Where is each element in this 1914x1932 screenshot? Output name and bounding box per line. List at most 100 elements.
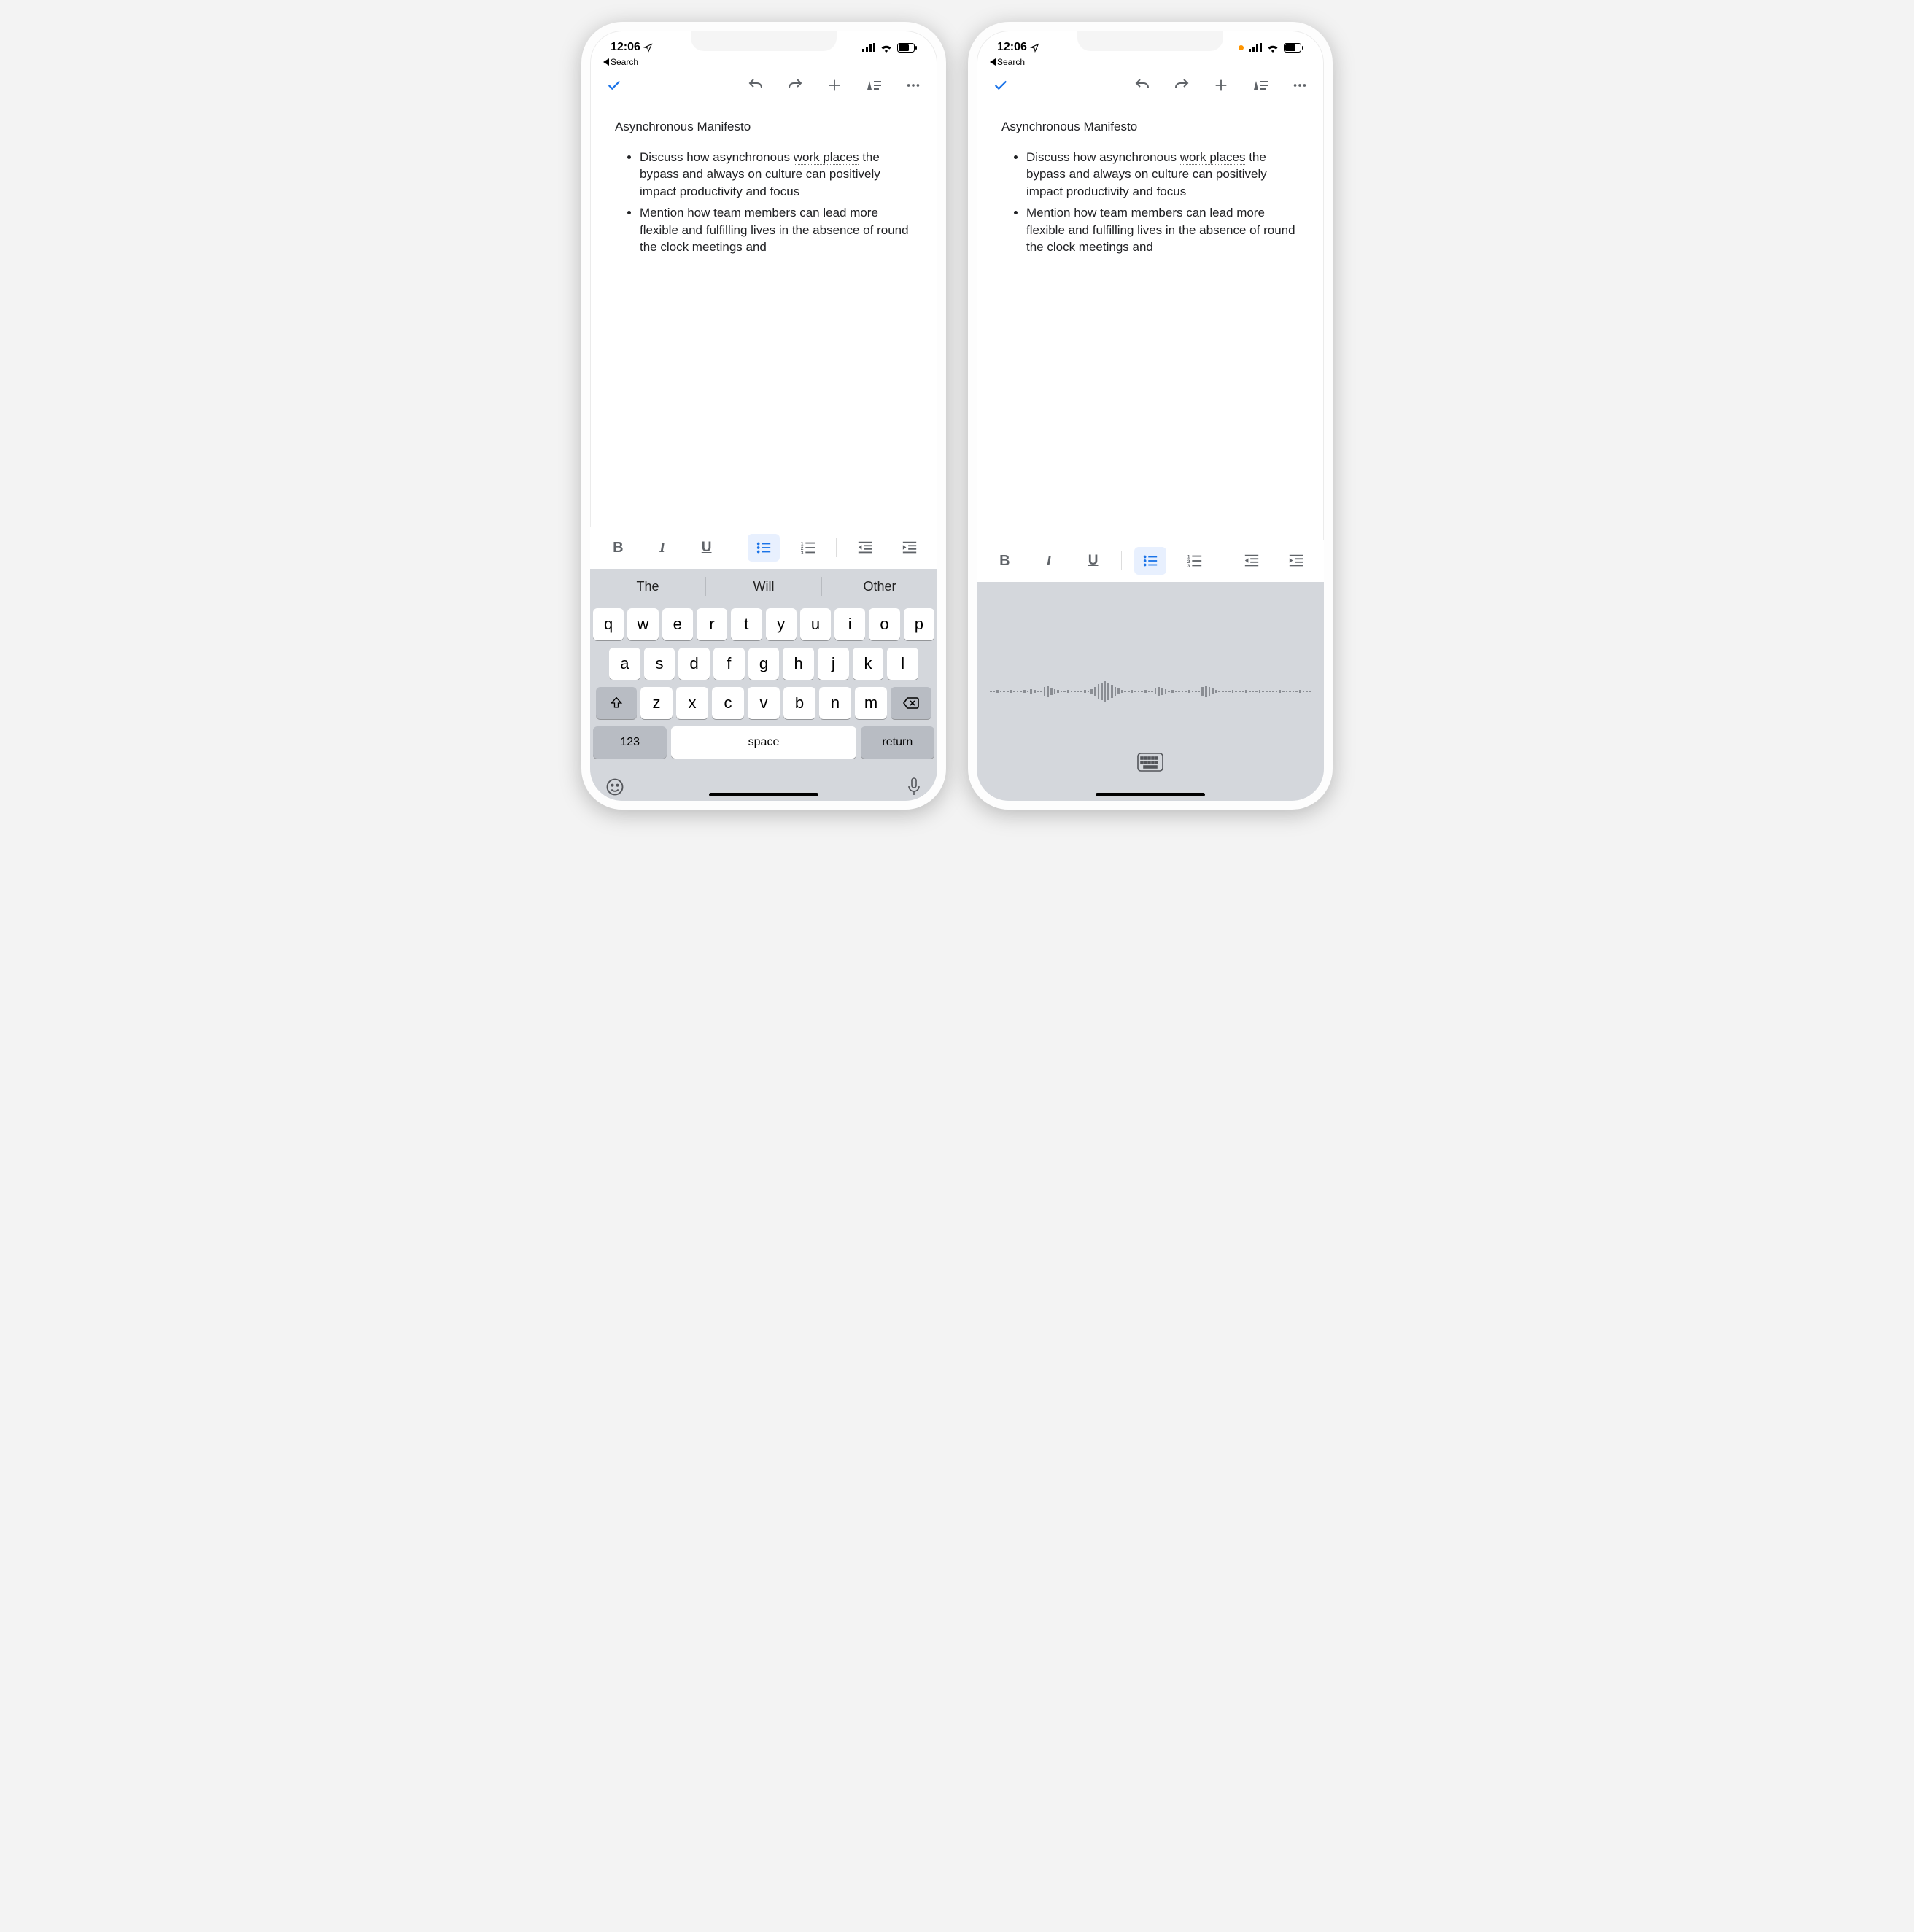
undo-button[interactable] — [1133, 76, 1152, 95]
outdent-icon — [1244, 553, 1260, 569]
separator — [1121, 551, 1122, 570]
key-e[interactable]: e — [662, 608, 693, 640]
bulleted-list-button[interactable] — [748, 534, 780, 562]
keyboard-suggestions: The Will Other — [590, 569, 937, 604]
cellular-icon — [1249, 43, 1262, 52]
key-z[interactable]: z — [640, 687, 673, 719]
insert-button[interactable] — [1212, 76, 1231, 95]
key-p[interactable]: p — [904, 608, 934, 640]
key-n[interactable]: n — [819, 687, 851, 719]
dictation-button[interactable] — [905, 777, 923, 797]
text-format-icon — [1252, 77, 1269, 94]
bullet-item[interactable]: Discuss how asynchronous work places the… — [1026, 149, 1302, 200]
redo-button[interactable] — [786, 76, 805, 95]
keyboard-toggle-button[interactable] — [1137, 753, 1163, 772]
doc-title[interactable]: Asynchronous Manifesto — [615, 120, 915, 134]
bold-button[interactable]: B — [988, 547, 1020, 575]
app-toolbar — [977, 70, 1324, 102]
key-w[interactable]: w — [627, 608, 658, 640]
numeric-key[interactable]: 123 — [593, 726, 667, 759]
key-u[interactable]: u — [800, 608, 831, 640]
outdent-button[interactable] — [849, 534, 881, 562]
key-j[interactable]: j — [818, 648, 849, 680]
shift-key[interactable] — [596, 687, 637, 719]
back-label: Search — [611, 57, 638, 67]
key-r[interactable]: r — [697, 608, 727, 640]
insert-button[interactable] — [825, 76, 844, 95]
underline-button[interactable]: U — [691, 534, 723, 562]
key-c[interactable]: c — [712, 687, 744, 719]
indent-button[interactable] — [894, 534, 926, 562]
doc-title[interactable]: Asynchronous Manifesto — [1001, 120, 1302, 134]
key-s[interactable]: s — [644, 648, 675, 680]
notch — [691, 31, 837, 51]
numbered-list-button[interactable]: 123 — [1179, 547, 1211, 575]
suggestion[interactable]: The — [590, 579, 705, 594]
key-o[interactable]: o — [869, 608, 899, 640]
back-to-search[interactable]: Search — [977, 57, 1324, 70]
status-time: 12:06 — [611, 41, 640, 54]
key-y[interactable]: y — [766, 608, 797, 640]
indent-icon — [1288, 553, 1304, 569]
key-m[interactable]: m — [855, 687, 887, 719]
more-button[interactable] — [904, 76, 923, 95]
key-d[interactable]: d — [678, 648, 710, 680]
outdent-button[interactable] — [1236, 547, 1268, 575]
redo-button[interactable] — [1172, 76, 1191, 95]
key-a[interactable]: a — [609, 648, 640, 680]
emoji-button[interactable] — [605, 777, 625, 797]
italic-button[interactable]: I — [1033, 547, 1065, 575]
svg-text:3: 3 — [1187, 564, 1190, 569]
bullet-item[interactable]: Mention how team members can lead more f… — [1026, 204, 1302, 255]
done-button[interactable] — [605, 76, 624, 95]
suggestion[interactable]: Other — [822, 579, 937, 594]
document-body[interactable]: Asynchronous Manifesto Discuss how async… — [590, 102, 937, 527]
numbered-list-button[interactable]: 123 — [792, 534, 824, 562]
document-body[interactable]: Asynchronous Manifesto Discuss how async… — [977, 102, 1324, 540]
key-f[interactable]: f — [713, 648, 745, 680]
undo-button[interactable] — [746, 76, 765, 95]
key-q[interactable]: q — [593, 608, 624, 640]
text-format-button[interactable] — [864, 76, 883, 95]
check-icon — [606, 77, 622, 93]
key-h[interactable]: h — [783, 648, 814, 680]
back-triangle-icon — [603, 58, 609, 66]
waveform — [990, 678, 1311, 705]
key-x[interactable]: x — [676, 687, 708, 719]
back-to-search[interactable]: Search — [590, 57, 937, 70]
numbered-list-icon: 123 — [800, 540, 816, 556]
home-indicator[interactable] — [1096, 793, 1205, 796]
bold-button[interactable]: B — [602, 534, 634, 562]
text-format-button[interactable] — [1251, 76, 1270, 95]
dictation-panel — [977, 582, 1324, 801]
key-b[interactable]: b — [783, 687, 815, 719]
key-t[interactable]: t — [731, 608, 762, 640]
bullet-item[interactable]: Mention how team members can lead more f… — [640, 204, 915, 255]
wifi-icon — [1266, 43, 1279, 53]
backspace-icon — [902, 696, 920, 710]
wifi-icon — [880, 43, 893, 53]
home-indicator[interactable] — [709, 793, 818, 796]
redo-icon — [1173, 77, 1190, 94]
bulleted-list-button[interactable] — [1134, 547, 1166, 575]
bullet-item[interactable]: Discuss how asynchronous work places the… — [640, 149, 915, 200]
key-l[interactable]: l — [887, 648, 918, 680]
mic-icon — [905, 777, 923, 797]
suggestion[interactable]: Will — [706, 579, 821, 594]
phone-right: 12:06 Search Asynchronous Manifesto — [968, 22, 1333, 810]
key-g[interactable]: g — [748, 648, 780, 680]
space-key[interactable]: space — [671, 726, 856, 759]
undo-icon — [1134, 77, 1151, 94]
key-v[interactable]: v — [748, 687, 780, 719]
key-i[interactable]: i — [834, 608, 865, 640]
backspace-key[interactable] — [891, 687, 931, 719]
app-toolbar — [590, 70, 937, 102]
return-key[interactable]: return — [861, 726, 934, 759]
done-button[interactable] — [991, 76, 1010, 95]
more-button[interactable] — [1290, 76, 1309, 95]
bullet-list-icon — [756, 540, 772, 556]
key-k[interactable]: k — [853, 648, 884, 680]
indent-button[interactable] — [1280, 547, 1312, 575]
italic-button[interactable]: I — [646, 534, 678, 562]
underline-button[interactable]: U — [1077, 547, 1109, 575]
